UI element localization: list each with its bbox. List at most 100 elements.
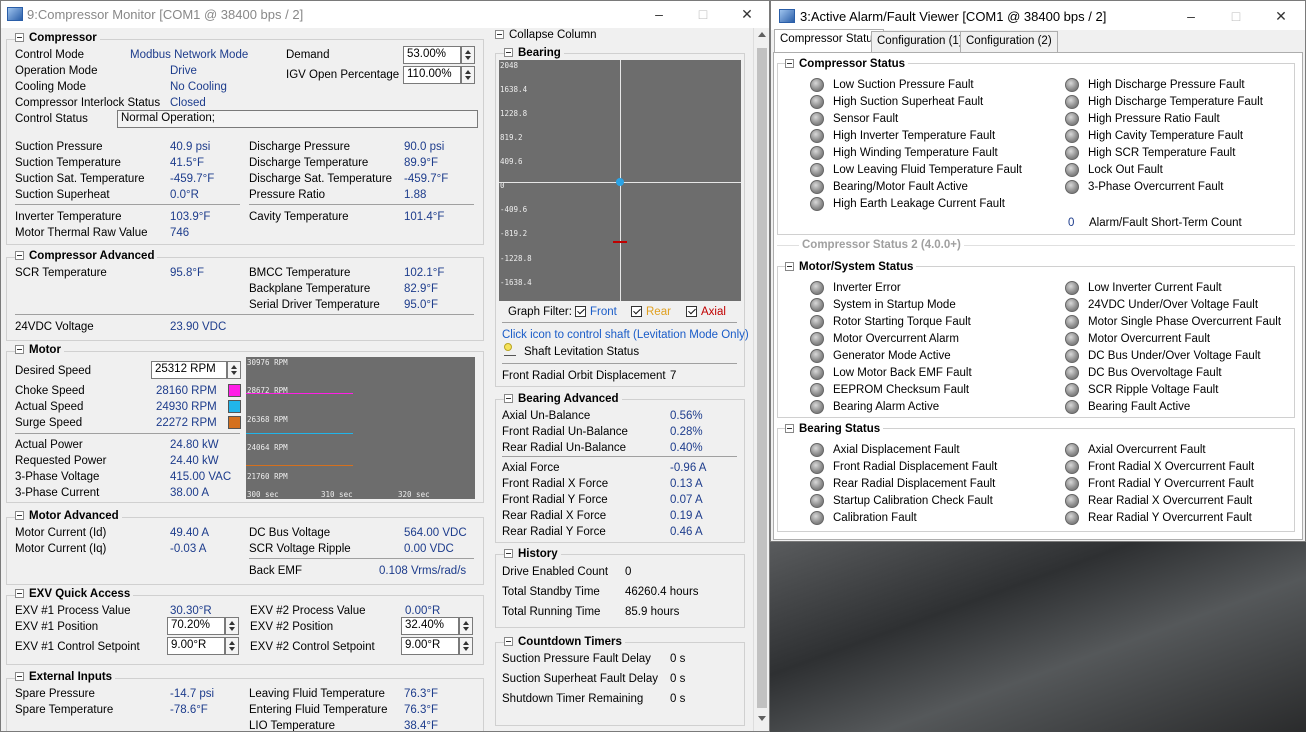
igv-input[interactable]: 110.00% (403, 66, 461, 84)
tab-compressor-status[interactable]: Compressor Status (774, 29, 885, 52)
demand-input[interactable]: 53.00% (403, 46, 461, 64)
history-header[interactable]: History (504, 548, 561, 560)
discharge-sat-temp-label: Discharge Sat. Temperature (249, 173, 392, 185)
axial-force-label: Axial Force (502, 462, 560, 474)
status-led (810, 400, 824, 414)
maximize-icon[interactable]: □ (1216, 6, 1256, 26)
orbit-displacement-label: Front Radial Orbit Displacement (502, 370, 666, 382)
motor-system-status-header[interactable]: Motor/System Status (785, 261, 917, 273)
levitation-status-icon[interactable] (504, 343, 512, 351)
compressor-header[interactable]: Compressor (15, 32, 100, 44)
rear-y-force-value: 0.46 A (670, 526, 703, 538)
scroll-down-icon[interactable] (758, 716, 766, 721)
exv-header[interactable]: EXV Quick Access (15, 588, 134, 600)
filter-axial-checkbox[interactable]: Axial (686, 306, 726, 318)
scroll-up-icon[interactable] (758, 32, 766, 37)
status-item: Bearing Alarm Active (833, 401, 940, 413)
bearing-advanced-header[interactable]: Bearing Advanced (504, 393, 622, 405)
tab-configuration-1[interactable]: Configuration (1) (871, 31, 969, 52)
scr-ripple-label: SCR Voltage Ripple (249, 543, 351, 555)
suction-sat-temp-label: Suction Sat. Temperature (15, 173, 145, 185)
axial-force-value: -0.96 A (670, 462, 707, 474)
status-item: SCR Ripple Voltage Fault (1088, 384, 1219, 396)
status-led (1065, 78, 1079, 92)
bearing-status-header[interactable]: Bearing Status (785, 423, 884, 435)
axial-unbalance-label: Axial Un-Balance (502, 410, 591, 422)
exv1-pos-label: EXV #1 Position (15, 621, 99, 633)
spare-temp-label: Spare Temperature (15, 704, 114, 716)
drive-enabled-label: Drive Enabled Count (502, 566, 609, 578)
exv1-pos-input[interactable]: 70.20% (167, 617, 225, 635)
exv2-sp-label: EXV #2 Control Setpoint (250, 641, 375, 653)
countdown-header[interactable]: Countdown Timers (504, 636, 625, 648)
status-led (1065, 281, 1079, 295)
status-item: High Pressure Ratio Fault (1088, 113, 1220, 125)
status-led (810, 78, 824, 92)
filter-front-checkbox[interactable]: Front (575, 306, 617, 318)
bearing-orbit-graph[interactable]: 2048 1638.4 1228.8 819.2 409.6 0 -409.6 … (499, 60, 741, 301)
bearing-tick-label: 1638.4 (500, 85, 528, 94)
inverter-temp-value: 103.9°F (170, 211, 211, 223)
exv1-pos-spinner[interactable] (225, 617, 239, 635)
igv-spinner[interactable] (461, 66, 475, 84)
external-inputs-header[interactable]: External Inputs (15, 671, 116, 683)
phase-voltage-label: 3-Phase Voltage (15, 471, 100, 483)
actual-power-label: Actual Power (15, 439, 83, 451)
status-led (810, 95, 824, 109)
scroll-thumb[interactable] (757, 48, 767, 708)
shutdown-timer-label: Shutdown Timer Remaining (502, 693, 644, 705)
exv1-sp-spinner[interactable] (225, 637, 239, 655)
minimize-icon[interactable]: – (1171, 6, 1211, 26)
running-time-value: 85.9 hours (625, 606, 680, 618)
bearing-header[interactable]: Bearing (504, 47, 564, 59)
divider (249, 204, 474, 205)
compressor-advanced-header[interactable]: Compressor Advanced (15, 250, 158, 262)
exv2-sp-input[interactable]: 9.00°R (401, 637, 459, 655)
standby-time-value: 46260.4 hours (625, 586, 699, 598)
suction-superheat-label: Suction Superheat (15, 189, 110, 201)
close-icon[interactable]: ✕ (1261, 6, 1301, 26)
front-y-force-value: 0.07 A (670, 494, 703, 506)
status-item: Rotor Starting Torque Fault (833, 316, 971, 328)
close-icon[interactable]: ✕ (727, 4, 767, 24)
running-time-label: Total Running Time (502, 606, 601, 618)
desired-speed-spinner[interactable] (227, 361, 241, 379)
status-led (1065, 163, 1079, 177)
status-item: Front Radial Y Overcurrent Fault (1088, 478, 1254, 490)
choke-color-swatch (228, 384, 241, 397)
bearing-tick-label: 409.6 (500, 157, 523, 166)
motor-header[interactable]: Motor (15, 344, 64, 356)
status-item: Front Radial Displacement Fault (833, 461, 998, 473)
motor-speed-graph: 30976 RPM 28672 RPM 26368 RPM 24064 RPM … (246, 357, 475, 499)
leaving-fluid-label: Leaving Fluid Temperature (249, 688, 385, 700)
demand-spinner[interactable] (461, 46, 475, 64)
exv2-sp-spinner[interactable] (459, 637, 473, 655)
motor-advanced-header[interactable]: Motor Advanced (15, 510, 122, 522)
desired-speed-input[interactable]: 25312 RPM (151, 361, 227, 379)
control-mode-value: Modbus Network Mode (130, 49, 249, 61)
tab-configuration-2[interactable]: Configuration (2) (960, 31, 1058, 52)
surge-speed-label: Surge Speed (15, 417, 83, 429)
status-item: High Suction Superheat Fault (833, 96, 984, 108)
filter-rear-checkbox[interactable]: Rear (631, 306, 671, 318)
discharge-pressure-label: Discharge Pressure (249, 141, 350, 153)
phase-voltage-value: 415.00 VAC (170, 471, 232, 483)
collapse-column-toggle[interactable]: Collapse Column (495, 29, 597, 41)
title-bar[interactable]: 9:Compressor Monitor [COM1 @ 38400 bps /… (1, 1, 769, 28)
entering-fluid-value: 76.3°F (404, 704, 439, 716)
exv2-pos-spinner[interactable] (459, 617, 473, 635)
minimize-icon[interactable]: – (639, 4, 679, 24)
front-x-force-label: Front Radial X Force (502, 478, 609, 490)
exv2-pos-label: EXV #2 Position (250, 621, 334, 633)
compressor-status-header[interactable]: Compressor Status (785, 58, 909, 70)
title-bar[interactable]: 3:Active Alarm/Fault Viewer [COM1 @ 3840… (771, 1, 1305, 30)
vertical-scrollbar[interactable] (753, 28, 769, 731)
window-title: 9:Compressor Monitor [COM1 @ 38400 bps /… (27, 7, 304, 22)
maximize-icon[interactable]: □ (683, 4, 723, 24)
status-item: DC Bus Under/Over Voltage Fault (1088, 350, 1261, 362)
exv2-pos-input[interactable]: 32.40% (401, 617, 459, 635)
dc-bus-value: 564.00 VDC (404, 527, 467, 539)
bearing-tick-label: 1228.8 (500, 109, 528, 118)
igv-label: IGV Open Percentage (286, 69, 400, 81)
exv1-sp-input[interactable]: 9.00°R (167, 637, 225, 655)
